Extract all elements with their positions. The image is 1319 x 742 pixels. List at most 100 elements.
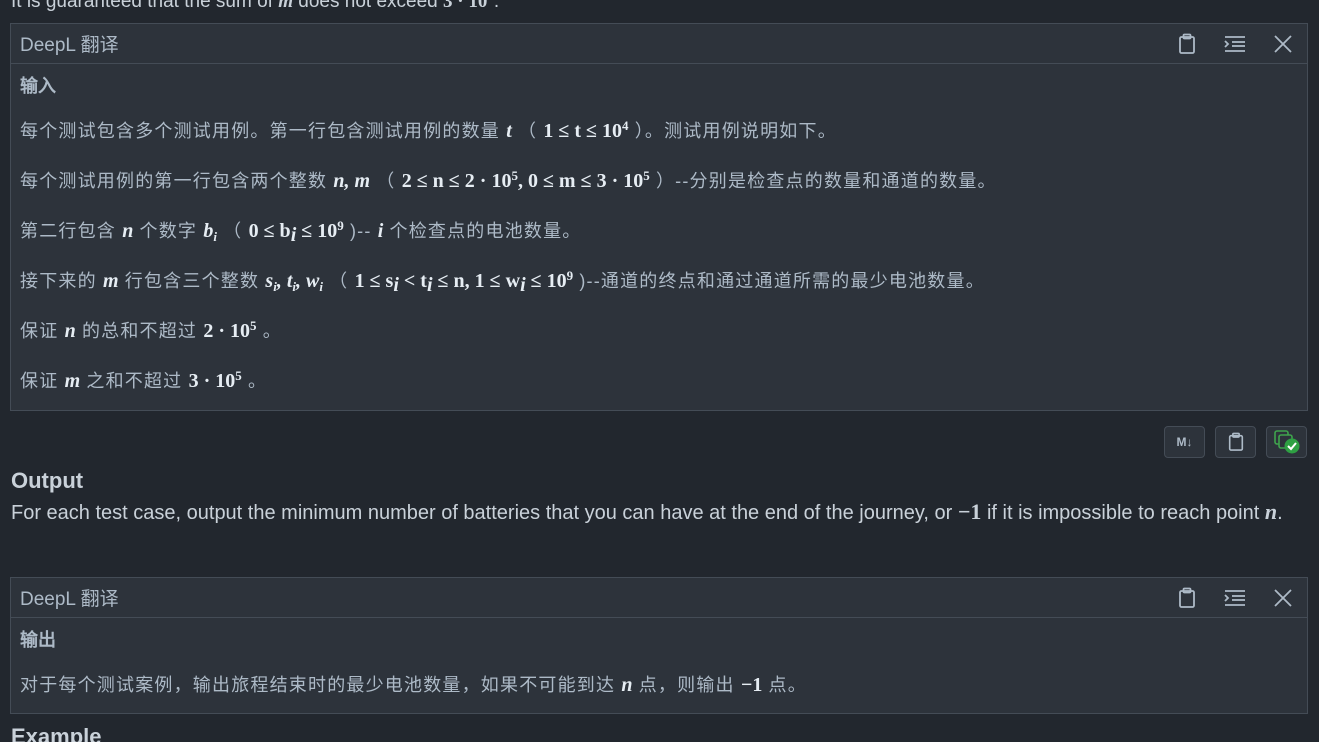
text: 点，则输出: [638, 675, 735, 695]
text: 第二行包含: [20, 221, 116, 241]
text: 之和不超过: [86, 371, 183, 391]
text: 个数字: [139, 221, 198, 241]
translation-line-4: 接下来的 m 行包含三个整数 si, ti, wi （ 1 ≤ si < ti …: [20, 256, 1298, 306]
math-var-m: m: [103, 270, 119, 292]
math-base: 2 · 10: [203, 320, 251, 342]
text: 。: [247, 371, 268, 391]
close-button[interactable]: [1259, 24, 1307, 64]
math-base: 2 ≤ n ≤ 2 · 10: [401, 170, 512, 192]
close-button[interactable]: [1259, 578, 1307, 618]
indent-lines-icon: [1224, 589, 1245, 606]
math-value: 2 · 105: [203, 318, 257, 342]
math-exp: 5: [643, 168, 650, 183]
math-exp: 9: [566, 268, 574, 283]
text: )--通道的终点和通过通道所需的最少电池数量。: [579, 271, 985, 291]
paren: （: [376, 171, 396, 191]
math-neg-one: −1: [957, 499, 982, 524]
output-description: For each test case, output the minimum n…: [11, 497, 1301, 528]
clipboard-icon: [1179, 33, 1195, 54]
math-base: 1 ≤ s: [354, 270, 394, 292]
math-base: , 0 ≤ m ≤ 3 · 10: [517, 170, 644, 192]
math-nm-range: 2 ≤ n ≤ 2 · 105, 0 ≤ m ≤ 3 · 105: [401, 168, 650, 192]
math-var-bi: bi: [203, 220, 217, 244]
clipboard-icon: [1228, 432, 1243, 451]
text: if it is impossible to reach: [986, 502, 1211, 524]
text: 个检查点的电池数量。: [389, 221, 582, 241]
text: 每个测试用例的第一行包含两个整数: [20, 171, 328, 191]
math-var-n: n: [1264, 499, 1278, 524]
panel-header: DeepL 翻译: [11, 24, 1307, 64]
math-sub: i: [213, 229, 217, 244]
translation-heading: 输出: [20, 630, 56, 650]
text: ）。测试用例说明如下。: [634, 121, 837, 141]
copy-button[interactable]: [1163, 578, 1211, 618]
math-base: 0 ≤ b: [248, 220, 291, 242]
math-exp: 4: [622, 118, 629, 133]
translation-line-3: 第二行包含 n 个数字 bi （ 0 ≤ bi ≤ 109 )-- i 个检查点…: [20, 206, 1298, 256]
clipboard-icon: [1179, 587, 1195, 608]
collapse-button[interactable]: [1211, 578, 1259, 618]
panel-toolbar: [1163, 578, 1307, 618]
panel-title: DeepL 翻译: [20, 35, 119, 56]
math-base: ≤ 10: [296, 220, 338, 242]
math-vars-nm: n, m: [333, 170, 371, 192]
math-value: 3 · 105: [189, 368, 242, 392]
paren: （: [329, 271, 349, 291]
text: For each test case, output the minimum n…: [11, 502, 953, 524]
output-section-title: Output: [11, 468, 84, 493]
panel-title: DeepL 翻译: [20, 589, 119, 610]
copy-section-button[interactable]: [1215, 426, 1256, 458]
translation-heading: 输入: [20, 76, 56, 96]
text: 的总和不超过: [81, 321, 198, 341]
indent-lines-icon: [1224, 35, 1245, 52]
close-icon: [1274, 588, 1292, 607]
deepl-translation-panel-input: DeepL 翻译 输入 每个测试包含多个测试用例。第一行包含测试用例的数量 t …: [10, 23, 1308, 411]
guarantee-period: .: [493, 0, 500, 12]
text: 对于每个测试案例，输出旅程结束时的最少电池数量，如果不可能到达: [20, 675, 616, 695]
guarantee-sum-m-line: It is guaranteed that the sum of m does …: [11, 0, 499, 13]
panel-toolbar: [1163, 24, 1307, 64]
copy-button[interactable]: [1163, 24, 1211, 64]
math-neg-one: −1: [740, 674, 763, 696]
panel-body: 输出 对于每个测试案例，输出旅程结束时的最少电池数量，如果不可能到达 n 点，则…: [11, 618, 1307, 710]
math-var-t: t: [506, 120, 512, 142]
translation-line-5: 保证 n 的总和不超过 2 · 105 。: [20, 306, 1298, 356]
math-base: 1 ≤ t ≤ 10: [543, 120, 622, 142]
math-exp: 9: [337, 218, 344, 233]
close-icon: [1274, 34, 1292, 53]
paren: （: [223, 221, 243, 241]
math-base: b: [203, 220, 214, 242]
text: .: [1277, 502, 1283, 524]
panel-body: 输入 每个测试包含多个测试用例。第一行包含测试用例的数量 t （ 1 ≤ t ≤…: [11, 64, 1307, 406]
text: 行包含三个整数: [124, 271, 260, 291]
math-var-m: m: [64, 370, 81, 392]
math-base: < t: [398, 270, 427, 292]
text: 点。: [768, 675, 807, 695]
math-base: ≤ n, 1 ≤ w: [432, 270, 521, 292]
math-value-base: 3 · 10: [443, 0, 488, 12]
guarantee-text-mid: does not exceed: [298, 0, 438, 12]
text: 保证: [20, 321, 59, 341]
collapse-button[interactable]: [1211, 24, 1259, 64]
translation-line-6: 保证 m 之和不超过 3 · 105 。: [20, 356, 1298, 406]
deepl-translation-panel-output: DeepL 翻译 输出 对于每个测试案例，输出旅程结束时的最少电池数量，如果不可…: [10, 577, 1308, 714]
math-exp: 5: [250, 318, 257, 333]
text: 。: [262, 321, 282, 341]
text: 接下来的: [20, 271, 97, 291]
math-var-n: n: [122, 220, 134, 242]
translation-line-2: 每个测试用例的第一行包含两个整数 n, m （ 2 ≤ n ≤ 2 · 10 5,…: [20, 156, 1298, 206]
math-var-m: m: [278, 0, 293, 12]
text: 每个测试包含多个测试用例。第一行包含测试用例的数量: [20, 121, 500, 141]
math-exp: 5: [235, 368, 242, 383]
translate-section-button[interactable]: [1266, 426, 1307, 458]
math-stw-range: 1 ≤ si < ti ≤ n, 1 ≤ wi ≤ 109: [354, 268, 574, 295]
example-section-title: Example: [11, 724, 102, 742]
math-t-range: 1 ≤ t ≤ 104: [543, 118, 629, 142]
translation-line-1: 对于每个测试案例，输出旅程结束时的最少电池数量，如果不可能到达 n 点，则输出 …: [20, 660, 1298, 710]
section-action-buttons: M↓: [1164, 426, 1307, 458]
panel-header: DeepL 翻译: [11, 578, 1307, 618]
math-value: 3 · 105: [443, 0, 494, 12]
math-vars-stw: si, ti, wi: [265, 270, 323, 294]
markdown-copy-button[interactable]: M↓: [1164, 426, 1205, 458]
math-base: ≤ 10: [525, 270, 567, 292]
